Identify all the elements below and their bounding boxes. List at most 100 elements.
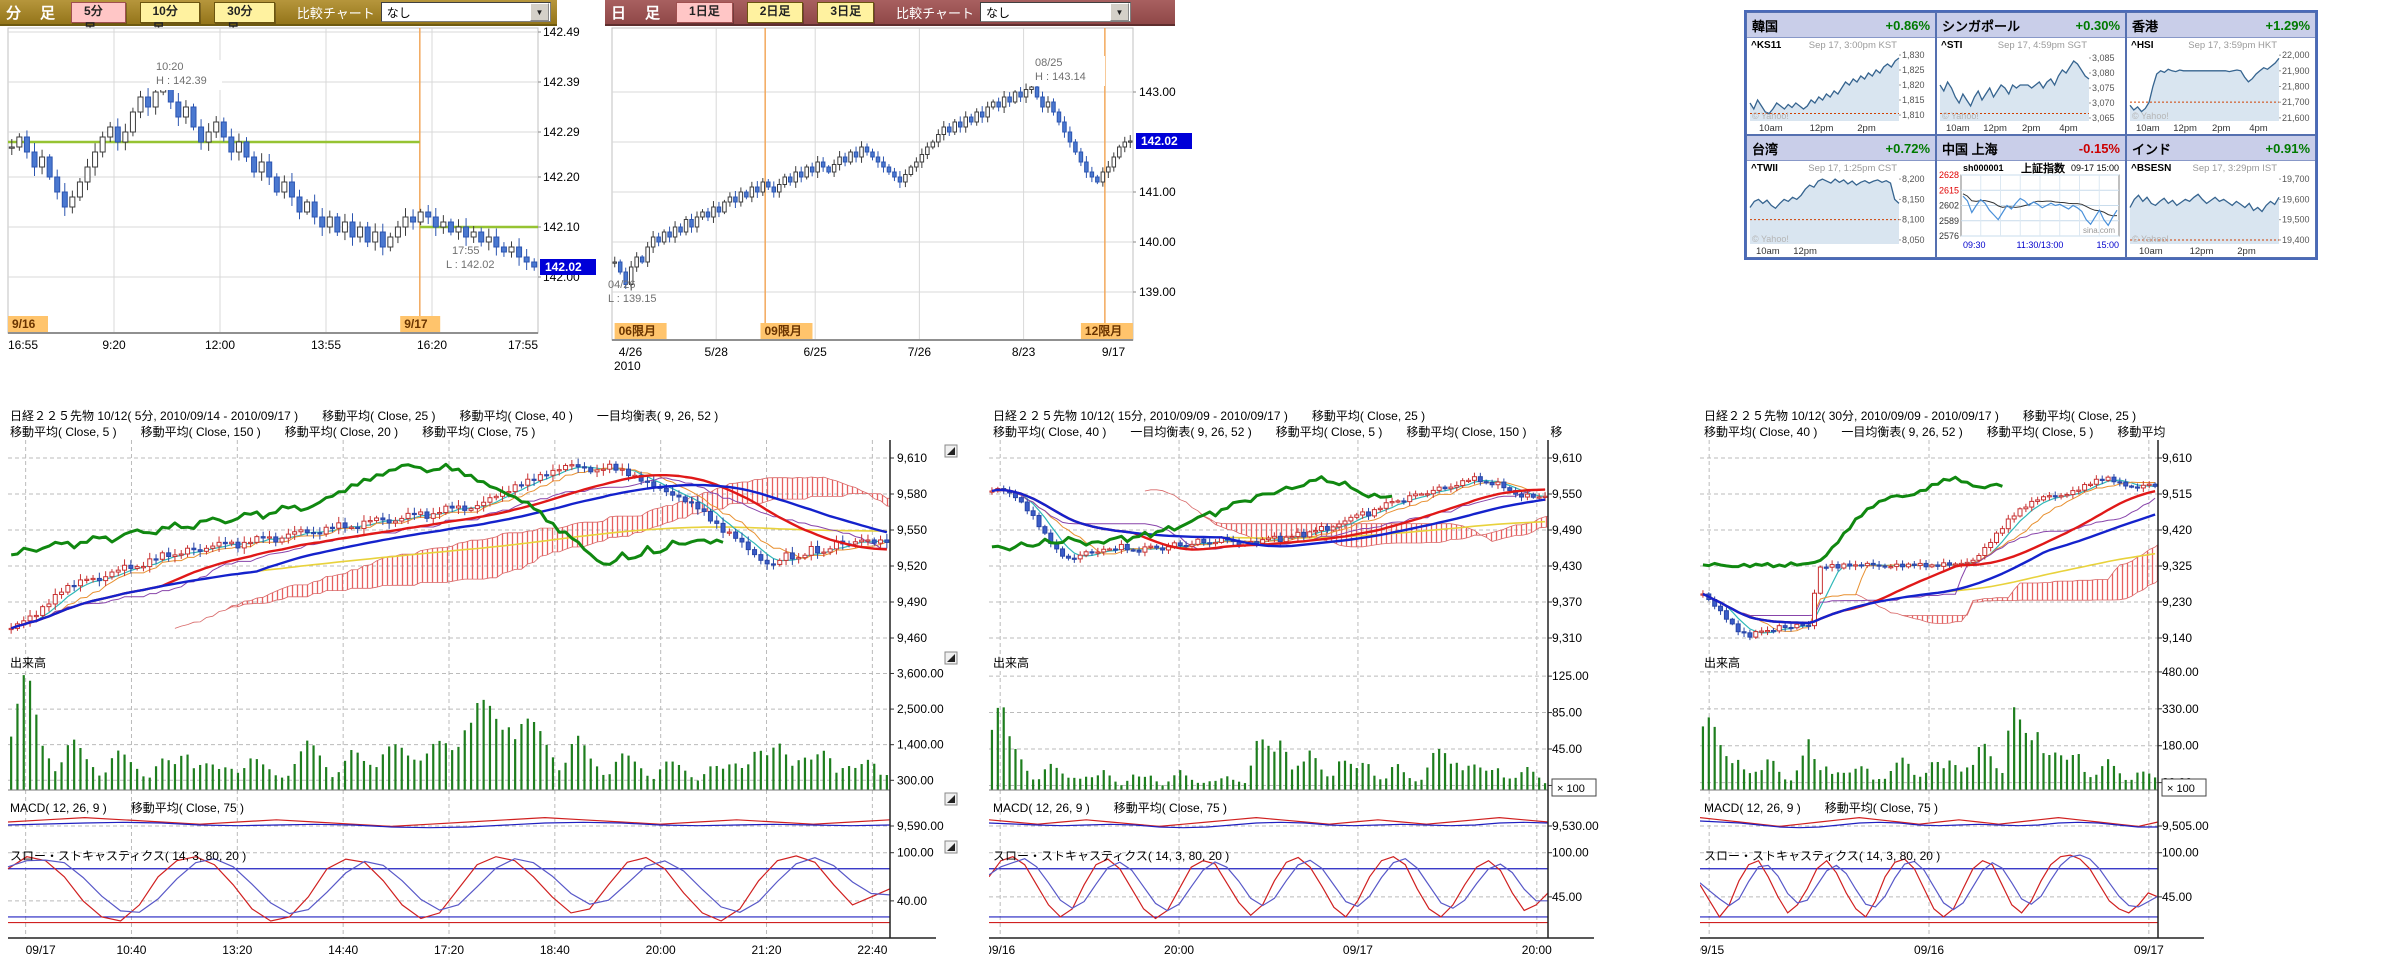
x-axis-label: 09/16	[1914, 943, 1944, 957]
market-mini-chart: ^BSESNSep 17, 3:29pm IST19,70019,60019,5…	[2127, 160, 2315, 257]
minute-tab-2[interactable]: 10分足	[140, 2, 201, 23]
pane-resize-icon[interactable]	[945, 652, 957, 664]
market-symbol: sh000001	[1963, 163, 2004, 173]
x-axis-label: 12pm	[2190, 246, 2214, 257]
compare-select-value: なし	[387, 4, 411, 21]
y-axis-label: 1,825	[1902, 65, 1925, 75]
watermark: © Yahoo!	[1752, 111, 1789, 121]
x-axis-label: 18:40	[540, 943, 570, 957]
volume-axis-label: 3,600.00	[897, 666, 944, 680]
stochastics-section-label: スロー・ストキャスティクス( 14, 3, 80, 20 )	[993, 847, 1229, 864]
market-cell-header: 中国 上海-0.15%	[1937, 136, 2125, 161]
y-axis-label: 2589	[1939, 216, 1959, 226]
y-axis-label: 140.00	[1139, 235, 1176, 249]
daily-tab-3[interactable]: 3日足	[817, 2, 874, 23]
x-axis-label: 09:30	[1963, 240, 1986, 250]
market-mini-chart: ^STISep 17, 4:59pm SGT3,0853,0803,0753,0…	[1937, 37, 2125, 134]
y-axis-label: 3,075	[2092, 83, 2115, 93]
quote-time: Sep 17, 4:59pm SGT	[1998, 40, 2087, 51]
quote-time: Sep 17, 3:59pm HKT	[2188, 40, 2277, 51]
price-axis-label: 9,580	[897, 487, 927, 501]
x-axis-label: 2pm	[2022, 123, 2041, 134]
minute-tab-1[interactable]: 5分足	[71, 2, 125, 23]
x-axis-label: 17:20	[434, 943, 464, 957]
volume-axis-label: 85.00	[1552, 706, 1582, 720]
market-name: 香港	[2132, 16, 2158, 35]
market-mini-chart: ^KS11Sep 17, 3:00pm KST1,8301,8251,8201,…	[1747, 37, 1935, 134]
compare-chart-label: 比較チャート	[896, 3, 974, 22]
daily-chart-header: 日 足 1日足2日足3日足 比較チャート なし ▼	[605, 0, 1175, 26]
volume-multiplier-label: × 100	[1557, 783, 1585, 795]
high-annotation-price: H : 143.14	[1035, 71, 1086, 83]
market-cell-twii[interactable]: 台湾+0.72%^TWIISep 17, 1:25pm CST8,2008,15…	[1746, 135, 1936, 258]
x-axis-label: 15:00	[2096, 240, 2119, 250]
y-axis-label: 3,065	[2092, 113, 2115, 123]
x-axis-label: 12pm	[1983, 123, 2007, 134]
price-axis-label: 9,325	[2162, 559, 2192, 573]
volume-axis-label: 480.00	[2162, 665, 2199, 679]
volume-section-label: 出来高	[1704, 654, 1740, 671]
x-axis-label: 22:40	[857, 943, 887, 957]
stochastics-axis-label: 45.00	[2162, 890, 2192, 904]
volume-section-label: 出来高	[993, 654, 1029, 671]
volume-section-label: 出来高	[10, 654, 46, 671]
price-axis-label: 9,520	[897, 559, 927, 573]
pane-resize-icon[interactable]	[945, 445, 957, 457]
market-cell-sh000001[interactable]: 中国 上海-0.15%sh000001上証指数09-17 15:00262826…	[1936, 135, 2126, 258]
minute-tabs: 5分足 10分足 30分足	[57, 2, 275, 23]
daily-tab-2[interactable]: 2日足	[747, 2, 804, 23]
volume-axis-label: 2,500.00	[897, 702, 944, 716]
y-axis-label: 3,070	[2092, 98, 2115, 108]
pane-resize-icon[interactable]	[945, 793, 957, 805]
market-cell-header: インド+0.91%	[2127, 136, 2315, 161]
market-symbol: ^TWII	[1751, 163, 1778, 174]
futures-chart-5min: 日経２２５先物 10/12( 5分, 2010/09/14 - 2010/09/…	[0, 405, 988, 972]
x-axis-label: 17:55	[508, 338, 538, 352]
market-symbol: ^BSESN	[2131, 163, 2171, 174]
macd-axis-label: 9,530.00	[1552, 819, 1599, 833]
high-annotation-date: 08/25	[1035, 57, 1063, 69]
market-cell-ks11[interactable]: 韓国+0.86%^KS11Sep 17, 3:00pm KST1,8301,82…	[1746, 12, 1936, 135]
futures-chart-15min: 日経２２５先物 10/12( 15分, 2010/09/09 - 2010/09…	[989, 405, 1645, 972]
daily-tab-1[interactable]: 1日足	[676, 2, 733, 23]
x-axis-label: 09/17	[26, 943, 56, 957]
price-axis-label: 9,550	[897, 523, 927, 537]
market-name: 台湾	[1752, 139, 1778, 158]
y-axis-label: 1,830	[1902, 50, 1925, 60]
x-axis-label: 2pm	[2237, 246, 2256, 257]
y-axis-label: 21,600	[2282, 113, 2310, 123]
x-axis-label: 12pm	[1793, 246, 1817, 257]
pane-resize-icon[interactable]	[945, 841, 957, 853]
price-axis-label: 9,420	[2162, 523, 2192, 537]
x-axis-label: 8/23	[1012, 345, 1036, 359]
market-name: シンガポール	[1942, 16, 2020, 35]
x-axis-label: 20:00	[1522, 943, 1552, 957]
price-axis-label: 9,490	[897, 595, 927, 609]
low-annotation-date: 04/26	[608, 279, 636, 291]
price-axis-label: 9,430	[1552, 559, 1582, 573]
market-cell-hsi[interactable]: 香港+1.29%^HSISep 17, 3:59pm HKT22,00021,9…	[2126, 12, 2316, 135]
volume-axis-label: 180.00	[2162, 739, 2199, 753]
price-axis-label: 9,230	[2162, 595, 2192, 609]
market-cell-bsesn[interactable]: インド+0.91%^BSESNSep 17, 3:29pm IST19,7001…	[2126, 135, 2316, 258]
market-cell-sti[interactable]: シンガポール+0.30%^STISep 17, 4:59pm SGT3,0853…	[1936, 12, 2126, 135]
x-axis-label: 9:20	[102, 338, 126, 352]
compare-select[interactable]: なし ▼	[980, 2, 1131, 22]
watermark: © Yahoo!	[2132, 111, 2169, 121]
market-change-percent: +0.86%	[1886, 18, 1930, 33]
compare-select[interactable]: なし ▼	[381, 2, 551, 22]
x-axis-label: 09/17	[1343, 943, 1373, 957]
minute-chart-panel: 分 足 5分足10分足30分足 比較チャート なし ▼ 142.49142.39…	[0, 0, 600, 372]
watermark: © Yahoo!	[2132, 234, 2169, 244]
macd-axis-label: 9,590.00	[897, 819, 944, 833]
market-change-percent: +0.91%	[2266, 141, 2310, 156]
y-axis-label: 19,600	[2282, 194, 2310, 204]
minute-tab-3[interactable]: 30分足	[214, 2, 275, 23]
chart-title-line1: 日経２２５先物 10/12( 30分, 2010/09/09 - 2010/09…	[1704, 407, 2136, 424]
watermark: sina.com	[2083, 226, 2115, 235]
chevron-down-icon[interactable]: ▼	[530, 3, 549, 21]
price-axis-label: 9,310	[1552, 631, 1582, 645]
y-axis-label: 1,820	[1902, 80, 1925, 90]
chevron-down-icon[interactable]: ▼	[1110, 3, 1129, 21]
contract-month-badge: 12限月	[1085, 323, 1122, 338]
